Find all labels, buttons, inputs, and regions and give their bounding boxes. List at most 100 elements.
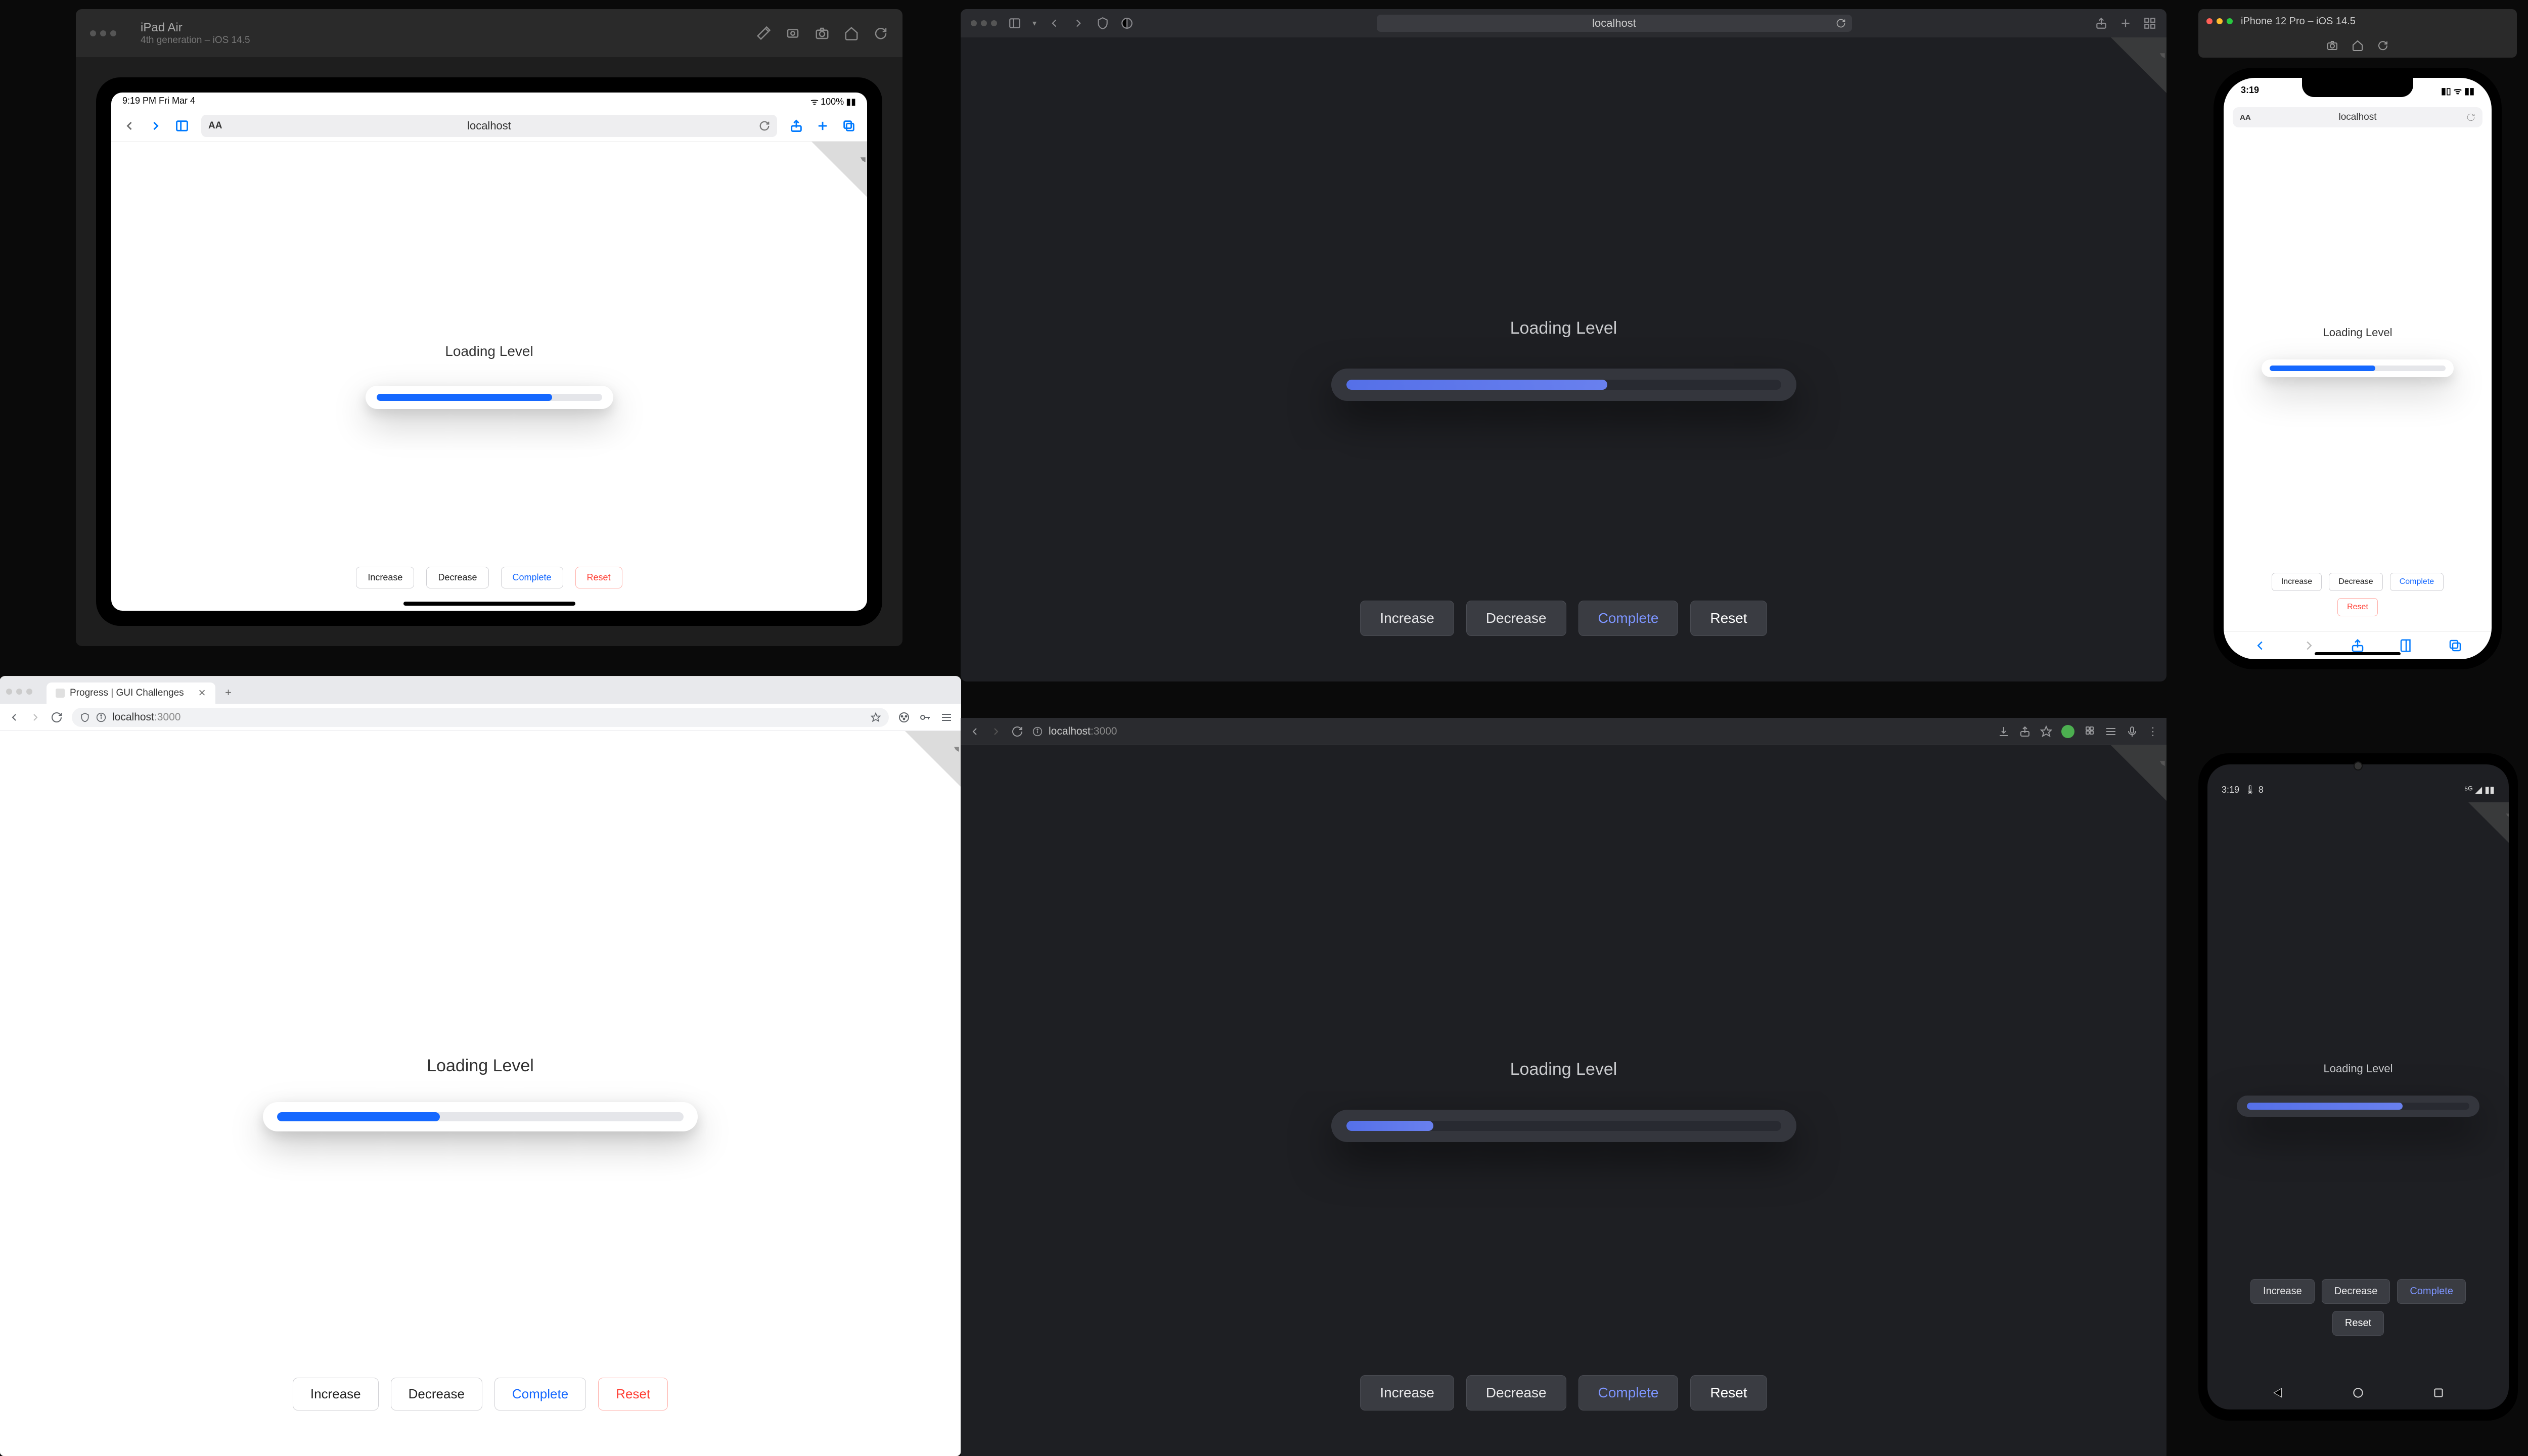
devtools-pin-icon[interactable] (2498, 804, 2509, 826)
wand-icon[interactable] (756, 26, 771, 41)
share-icon[interactable] (2019, 725, 2031, 738)
home-icon[interactable] (844, 26, 859, 41)
key-icon[interactable] (919, 711, 931, 723)
screenshot-icon[interactable] (2326, 39, 2338, 52)
url-field[interactable]: AA localhost (201, 115, 777, 137)
share-icon[interactable] (2350, 638, 2365, 653)
forward-icon[interactable] (149, 119, 163, 133)
site-info-icon[interactable] (96, 712, 106, 722)
reset-button[interactable]: Reset (2337, 598, 2378, 616)
extensions-icon[interactable] (2084, 725, 2096, 738)
complete-button[interactable]: Complete (1578, 601, 1679, 636)
home-indicator[interactable] (403, 602, 575, 606)
android-home-icon[interactable] (2352, 1386, 2365, 1399)
reload-icon[interactable] (1836, 18, 1846, 28)
bookmarks-icon[interactable] (2399, 638, 2414, 653)
android-back-icon[interactable] (2271, 1386, 2284, 1399)
paint-icon[interactable] (898, 711, 910, 723)
reload-icon[interactable] (2466, 113, 2475, 122)
decrease-button[interactable]: Decrease (391, 1378, 482, 1410)
download-icon[interactable] (1998, 725, 2010, 738)
increase-button[interactable]: Increase (1360, 1375, 1454, 1410)
url-field[interactable]: localhost:3000 (1032, 725, 1506, 738)
devtools-pin-icon[interactable] (2148, 748, 2178, 778)
shield-icon[interactable] (80, 712, 90, 722)
browser-tab[interactable]: Progress | GUI Challenges ✕ (47, 682, 215, 704)
window-controls[interactable] (2206, 18, 2233, 24)
home-icon[interactable] (2352, 39, 2364, 52)
ipad-sim-titlebar[interactable]: iPad Air 4th generation – iOS 14.5 (76, 9, 902, 57)
increase-button[interactable]: Increase (1360, 601, 1454, 636)
increase-button[interactable]: Increase (356, 567, 414, 588)
appearance-icon[interactable] (1120, 17, 1134, 30)
complete-button[interactable]: Complete (501, 567, 563, 588)
new-tab-button[interactable]: + (220, 685, 237, 701)
window-controls[interactable] (6, 689, 32, 704)
screenshot-icon[interactable] (815, 26, 830, 41)
reload-icon[interactable] (759, 120, 770, 131)
forward-icon[interactable] (990, 725, 1002, 738)
share-icon[interactable] (789, 119, 803, 133)
complete-button[interactable]: Complete (2390, 573, 2444, 591)
reset-button[interactable]: Reset (1690, 1375, 1767, 1410)
url-field[interactable]: AA localhost (2233, 107, 2482, 127)
shield-icon[interactable] (1096, 17, 1109, 30)
sidebar-icon[interactable] (1008, 17, 1021, 30)
reader-icon[interactable]: AA (208, 120, 222, 131)
menu-icon[interactable] (940, 711, 953, 723)
home-indicator[interactable] (2315, 652, 2401, 655)
close-tab-icon[interactable]: ✕ (198, 688, 206, 699)
reset-button[interactable]: Reset (598, 1378, 668, 1410)
tabs-icon[interactable] (2448, 638, 2463, 653)
increase-button[interactable]: Increase (293, 1378, 379, 1410)
reset-button[interactable]: Reset (2332, 1311, 2384, 1336)
decrease-button[interactable]: Decrease (1466, 601, 1566, 636)
devtools-pin-icon[interactable] (848, 144, 867, 174)
decrease-button[interactable]: Decrease (426, 567, 488, 588)
devtools-pin-icon[interactable] (942, 734, 961, 763)
new-tab-icon[interactable] (2119, 17, 2132, 30)
tabs-icon[interactable] (842, 119, 856, 133)
forward-icon[interactable] (2301, 638, 2317, 653)
reader-icon[interactable]: AA (2240, 113, 2251, 122)
back-icon[interactable] (969, 725, 981, 738)
window-controls[interactable] (90, 30, 116, 36)
bookmark-star-icon[interactable] (2040, 725, 2052, 738)
increase-button[interactable]: Increase (2250, 1279, 2315, 1304)
iphone-sim-titlebar[interactable]: iPhone 12 Pro – iOS 14.5 (2198, 9, 2517, 33)
devtools-pin-icon[interactable] (2148, 40, 2166, 70)
back-icon[interactable] (8, 711, 20, 723)
dropdown-icon[interactable]: ▾ (1032, 18, 1036, 28)
decrease-button[interactable]: Decrease (2329, 573, 2382, 591)
new-tab-icon[interactable] (816, 119, 830, 133)
sidebar-icon[interactable] (175, 119, 189, 133)
back-icon[interactable] (2252, 638, 2268, 653)
url-field[interactable]: localhost:3000 (72, 708, 889, 727)
back-icon[interactable] (1048, 17, 1061, 30)
window-controls[interactable] (971, 20, 997, 26)
more-icon[interactable]: ⋮ (2147, 725, 2158, 738)
complete-button[interactable]: Complete (494, 1378, 586, 1410)
record-icon[interactable] (785, 26, 800, 41)
reset-button[interactable]: Reset (575, 567, 622, 588)
complete-button[interactable]: Complete (2397, 1279, 2466, 1304)
forward-icon[interactable] (1072, 17, 1085, 30)
url-field[interactable]: localhost (1377, 15, 1852, 32)
decrease-button[interactable]: Decrease (2322, 1279, 2390, 1304)
increase-button[interactable]: Increase (2272, 573, 2322, 591)
mic-icon[interactable] (2126, 725, 2138, 738)
rotate-icon[interactable] (873, 26, 888, 41)
decrease-button[interactable]: Decrease (1466, 1375, 1566, 1410)
android-recent-icon[interactable] (2432, 1386, 2445, 1399)
forward-icon[interactable] (29, 711, 41, 723)
reset-button[interactable]: Reset (1690, 601, 1767, 636)
back-icon[interactable] (122, 119, 137, 133)
profile-avatar[interactable] (2061, 725, 2074, 738)
complete-button[interactable]: Complete (1578, 1375, 1679, 1410)
tabs-overview-icon[interactable] (2143, 17, 2156, 30)
settings-icon[interactable] (2105, 725, 2117, 738)
reload-icon[interactable] (51, 711, 63, 723)
reload-icon[interactable] (1011, 725, 1023, 738)
share-icon[interactable] (2095, 17, 2108, 30)
rotate-icon[interactable] (2377, 39, 2389, 52)
